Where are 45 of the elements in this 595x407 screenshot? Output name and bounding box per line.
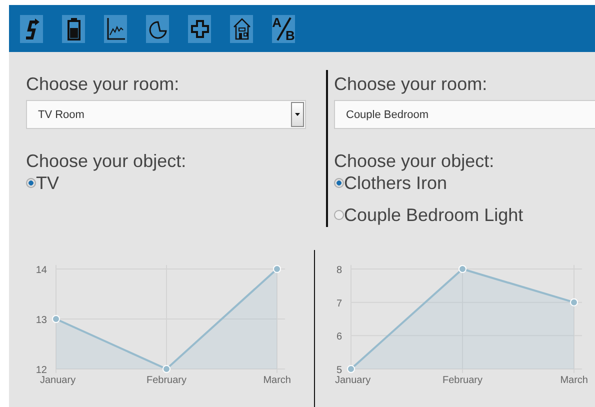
room-label: Choose your room:	[334, 74, 488, 94]
radio-button[interactable]	[334, 210, 344, 220]
axis-label: March	[263, 375, 291, 386]
object-option[interactable]: TV	[36, 172, 60, 194]
radio-button[interactable]	[334, 178, 344, 188]
object-option[interactable]: Couple Bedroom Light	[344, 204, 524, 226]
axis-label: 14	[36, 265, 47, 276]
toolbar-button[interactable]	[188, 14, 211, 42]
data-point	[570, 298, 578, 306]
axis-label: January	[335, 375, 371, 386]
route-icon	[24, 18, 40, 40]
object-option[interactable]: Clothers Iron	[344, 172, 448, 194]
data-point	[273, 265, 281, 273]
toolbar-button[interactable]	[62, 14, 85, 42]
axis-label: 12	[36, 365, 47, 376]
room-label: Choose your room:	[26, 74, 180, 94]
data-point	[347, 365, 355, 373]
room-dropdown[interactable]: Couple Bedroom	[334, 100, 595, 129]
axis-label: 13	[36, 315, 47, 326]
data-point	[162, 365, 170, 373]
plus-icon	[190, 18, 210, 38]
toolbar-button[interactable]: A B	[272, 14, 295, 42]
axis-label: February	[146, 375, 186, 386]
axis-label: February	[442, 375, 482, 386]
battery-icon	[66, 16, 80, 40]
axis-label: January	[40, 375, 76, 386]
radio-button[interactable]	[26, 178, 36, 188]
pie-chart-icon	[148, 18, 168, 38]
toolbar-button[interactable]	[230, 14, 253, 42]
axis-label: 7	[336, 298, 342, 310]
room-dropdown[interactable]: TV Room	[26, 100, 306, 129]
object-label: Choose your object:	[334, 151, 496, 171]
object-label: Choose your object:	[26, 151, 188, 171]
toolbar-button[interactable]	[146, 14, 169, 42]
axis-label: March	[560, 375, 588, 386]
toolbar-button[interactable]	[104, 14, 127, 42]
toolbar-button[interactable]	[20, 14, 43, 42]
caret-icon	[295, 113, 300, 116]
data-point	[458, 265, 466, 273]
graph-icon	[106, 16, 126, 40]
axis-label: 8	[336, 265, 342, 276]
house-icon	[232, 18, 250, 40]
axis-label: 5	[336, 365, 342, 376]
axis-label: 6	[336, 332, 342, 343]
data-point	[52, 315, 60, 323]
